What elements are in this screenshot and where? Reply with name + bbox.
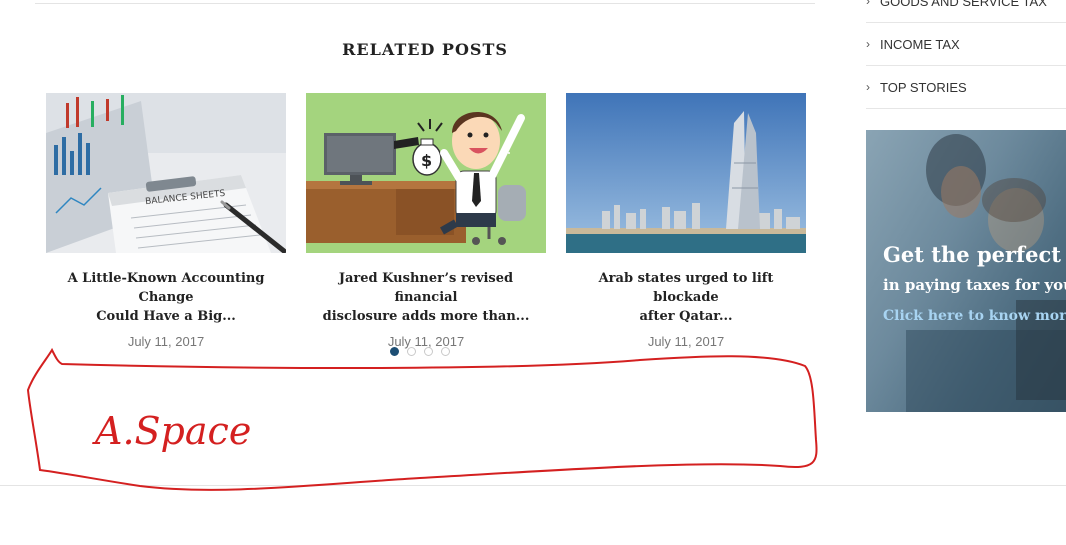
- carousel-dot-1[interactable]: [390, 347, 399, 356]
- svg-text:A.Space: A.Space: [92, 409, 251, 453]
- related-posts-heading: RELATED POSTS: [342, 40, 508, 59]
- post-thumbnail-balance-sheet[interactable]: BALANCE SHEETS: [46, 93, 286, 253]
- post-title[interactable]: Jared Kushner’s revised financial disclo…: [306, 269, 546, 326]
- chevron-right-icon: ›: [866, 0, 870, 8]
- carousel-dot-4[interactable]: [441, 347, 450, 356]
- sidebar-category-list: › GOODS AND SERVICE TAX › INCOME TAX › T…: [866, 0, 1066, 109]
- ad-background-photo: [906, 134, 1066, 412]
- annotation-outline: [26, 347, 818, 491]
- svg-text:$: $: [421, 151, 432, 170]
- bottom-divider: [0, 485, 1066, 486]
- related-post-card[interactable]: Arab states urged to lift blockade after…: [566, 93, 806, 349]
- annotation-handwriting: A.Space: [92, 409, 251, 453]
- post-title[interactable]: A Little-Known Accounting Change Could H…: [46, 269, 286, 326]
- chevron-right-icon: ›: [866, 80, 870, 94]
- post-title[interactable]: Arab states urged to lift blockade after…: [566, 269, 806, 326]
- carousel-dot-3[interactable]: [424, 347, 433, 356]
- post-date: July 11, 2017: [647, 334, 725, 349]
- post-thumbnail-city-skyline[interactable]: [566, 93, 806, 253]
- sidebar-item-top-stories[interactable]: › TOP STORIES: [866, 66, 1066, 109]
- ad-headline: Get the perfect a: [883, 242, 1066, 267]
- sidebar-item-goods-and-service-tax[interactable]: › GOODS AND SERVICE TAX: [866, 0, 1066, 23]
- carousel-pagination: [390, 347, 450, 356]
- post-date: July 11, 2017: [127, 334, 205, 349]
- related-post-card[interactable]: BALANCE SHEETS A Little-Known Accounting…: [46, 93, 286, 349]
- post-thumbnail-cartoon-businessman[interactable]: $: [306, 93, 546, 253]
- sidebar-item-income-tax[interactable]: › INCOME TAX: [866, 23, 1066, 66]
- ad-subline: in paying taxes for you: [883, 276, 1066, 294]
- related-post-card[interactable]: $ Jared Kushner’s revised financial disc…: [306, 93, 546, 349]
- sidebar-ad-banner[interactable]: Get the perfect a in paying taxes for yo…: [866, 130, 1066, 412]
- ad-cta-link[interactable]: Click here to know more: [883, 308, 1066, 324]
- carousel-dot-2[interactable]: [407, 347, 416, 356]
- chevron-right-icon: ›: [866, 37, 870, 51]
- top-divider: [35, 3, 815, 4]
